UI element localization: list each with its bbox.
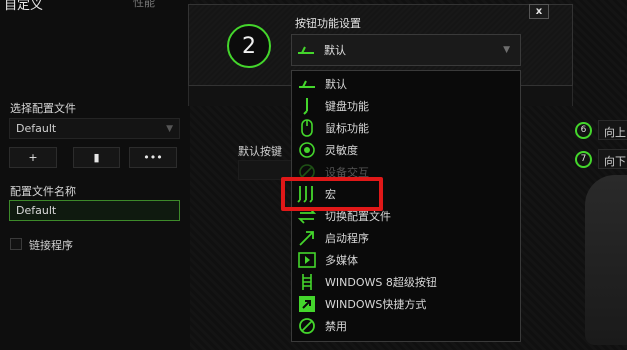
multimedia-icon <box>297 251 317 269</box>
more-options-button[interactable]: ••• <box>129 147 177 168</box>
profile-name-field[interactable]: Default <box>9 200 180 221</box>
profile-select-value: Default <box>16 122 57 135</box>
menu-item-label: 键盘功能 <box>325 100 369 113</box>
app-window: 自定义 性能 选择配置文件 Default ▼ + ▮ ••• 配置文件名称 D… <box>0 0 627 350</box>
menu-item-label: WINDOWS快捷方式 <box>325 298 427 311</box>
profile-name-label: 配置文件名称 <box>10 185 76 198</box>
button-7-row[interactable]: 7 向下 <box>575 149 627 169</box>
button-6-function[interactable]: 向上 <box>598 120 627 140</box>
chevron-down-icon: ▼ <box>503 45 510 55</box>
select-profile-label: 选择配置文件 <box>10 102 76 115</box>
windows8-charms-icon <box>297 273 317 291</box>
menu-item-default[interactable]: 默认 <box>294 73 520 95</box>
menu-item-label: 禁用 <box>325 320 347 333</box>
menu-item-launch-program[interactable]: 启动程序 <box>294 227 520 249</box>
button-6-row[interactable]: 6 向上 <box>575 120 627 140</box>
function-select[interactable]: 默认 ▼ <box>291 34 521 66</box>
link-program-label: 链接程序 <box>29 239 73 252</box>
tab-performance[interactable]: 性能 <box>133 0 155 10</box>
menu-item-windows8-charms[interactable]: WINDOWS 8超级按钮 <box>294 271 520 293</box>
menu-item-keyboard[interactable]: 键盘功能 <box>294 95 520 117</box>
chevron-down-icon: ▼ <box>166 123 173 134</box>
tab-customize[interactable]: 自定义 <box>4 0 43 13</box>
button-7-function[interactable]: 向下 <box>598 149 627 169</box>
macro-highlight-box <box>281 177 383 211</box>
profile-select[interactable]: Default ▼ <box>9 118 180 139</box>
keyboard-icon <box>297 97 317 115</box>
button-number-badge: 7 <box>575 150 592 168</box>
left-panel <box>0 10 190 350</box>
button-number-circle: 2 <box>227 24 271 68</box>
menu-item-windows-shortcut[interactable]: WINDOWS快捷方式 <box>294 293 520 315</box>
menu-item-label: 鼠标功能 <box>325 122 369 135</box>
delete-profile-button[interactable]: ▮ <box>73 147 120 168</box>
disable-icon <box>297 317 317 335</box>
close-button[interactable]: x <box>529 4 549 19</box>
windows-shortcut-icon <box>297 295 317 313</box>
function-select-value: 默认 <box>324 44 346 57</box>
sensitivity-icon <box>297 141 317 159</box>
function-title: 按钮功能设置 <box>295 17 361 30</box>
menu-item-label: 灵敏度 <box>325 144 358 157</box>
mouse-icon <box>297 119 317 137</box>
button-number-badge: 6 <box>575 121 592 139</box>
menu-item-label: 默认 <box>325 78 347 91</box>
default-key-label: 默认按键 <box>238 145 282 158</box>
menu-item-label: 多媒体 <box>325 254 358 267</box>
mouse-image <box>585 175 627 345</box>
menu-item-mouse[interactable]: 鼠标功能 <box>294 117 520 139</box>
menu-item-multimedia[interactable]: 多媒体 <box>294 249 520 271</box>
menu-item-disable[interactable]: 禁用 <box>294 315 520 337</box>
add-profile-button[interactable]: + <box>9 147 57 168</box>
menu-item-sensitivity[interactable]: 灵敏度 <box>294 139 520 161</box>
menu-item-label: 启动程序 <box>325 232 369 245</box>
link-program-checkbox[interactable] <box>10 238 22 250</box>
menu-item-label: WINDOWS 8超级按钮 <box>325 276 437 289</box>
default-icon <box>297 75 317 93</box>
default-icon <box>298 46 314 54</box>
launch-program-icon <box>297 229 317 247</box>
